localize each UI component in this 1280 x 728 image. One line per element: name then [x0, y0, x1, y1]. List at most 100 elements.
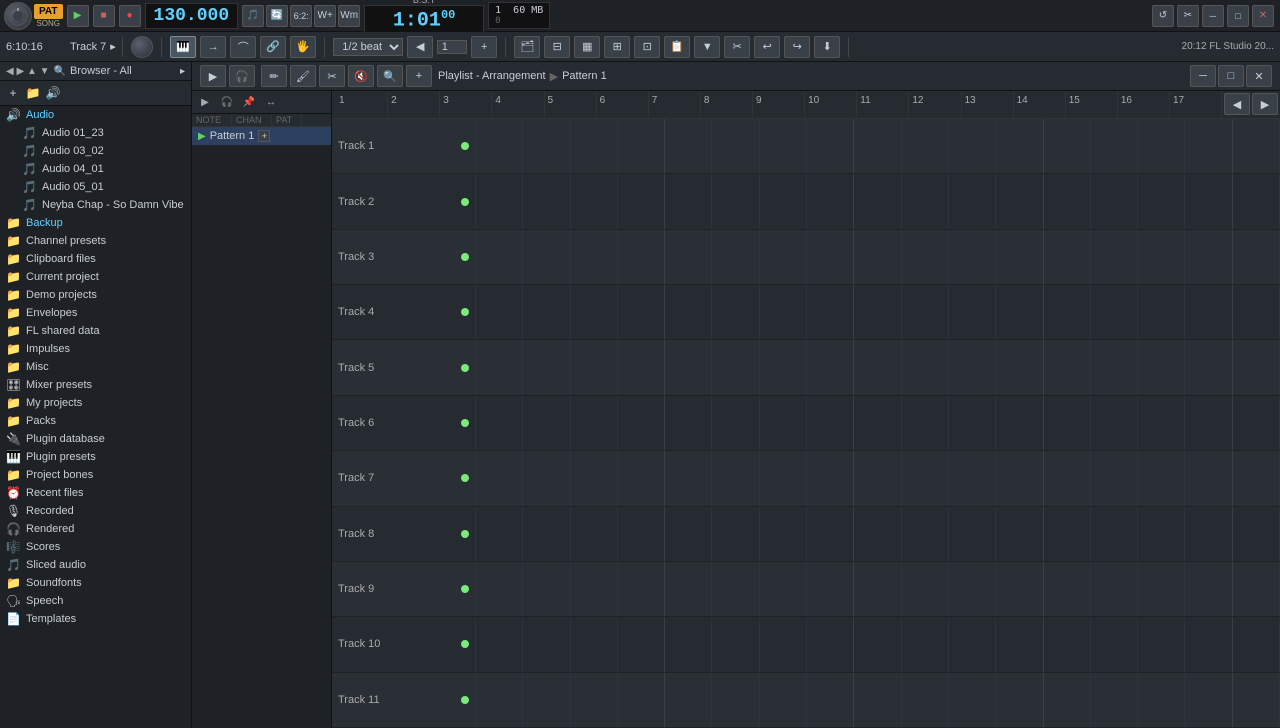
sidebar-item-recent-files[interactable]: ⏰Recent files: [0, 484, 191, 502]
sidebar-item-plugin-database[interactable]: 🔌Plugin database: [0, 430, 191, 448]
track-content-6[interactable]: [476, 396, 1280, 450]
paint-icon[interactable]: 🖌: [290, 65, 316, 87]
track-content-9[interactable]: [476, 562, 1280, 616]
track-content-7[interactable]: [476, 451, 1280, 505]
speaker-icon[interactable]: 🔊: [44, 84, 62, 102]
add-folder-icon[interactable]: +: [4, 84, 22, 102]
sidebar-item-templates[interactable]: 📄Templates: [0, 610, 191, 628]
zoom-icon[interactable]: 🔍: [377, 65, 403, 87]
undo-icon[interactable]: ↩: [754, 36, 780, 58]
pattern-expand-btn[interactable]: +: [258, 130, 270, 142]
sidebar-item-project-bones[interactable]: 📁Project bones: [0, 466, 191, 484]
track-content-10[interactable]: [476, 617, 1280, 671]
headphone-icon[interactable]: 🎧: [229, 65, 255, 87]
track-content-11[interactable]: [476, 673, 1280, 727]
sidebar-item-rendered[interactable]: 🎧Rendered: [0, 520, 191, 538]
fl-logo-dial[interactable]: [4, 2, 32, 30]
sidebar-item-impulses[interactable]: 📁Impulses: [0, 340, 191, 358]
sidebar-item-sliced-audio[interactable]: 🎵Sliced audio: [0, 556, 191, 574]
mix-btn[interactable]: Wm: [338, 5, 360, 27]
max-btn[interactable]: □: [1227, 5, 1249, 27]
piano-icon[interactable]: 🎹: [170, 36, 196, 58]
scroll-left-icon[interactable]: ◀: [1224, 93, 1250, 115]
plus-icon[interactable]: +: [406, 65, 432, 87]
marker-icon[interactable]: ⊡: [634, 36, 660, 58]
pattern-flip-icon[interactable]: ↔: [262, 93, 280, 111]
tracks-scroll[interactable]: Track 1Track 2Track 3Track 4Track 5Track…: [332, 119, 1280, 728]
track-content-3[interactable]: [476, 230, 1280, 284]
sidebar-item-audio-01_23[interactable]: 🎵Audio 01_23: [0, 124, 191, 142]
sidebar-item-audio-03_02[interactable]: 🎵Audio 03_02: [0, 142, 191, 160]
redo-icon[interactable]: ↪: [784, 36, 810, 58]
sidebar-item-fl-shared-data[interactable]: 📁FL shared data: [0, 322, 191, 340]
sidebar-item-envelopes[interactable]: 📁Envelopes: [0, 304, 191, 322]
sidebar-item-audio[interactable]: 🔊Audio: [0, 106, 191, 124]
cut-icon[interactable]: ✂: [724, 36, 750, 58]
pattern-item[interactable]: ▶ Pattern 1 +: [192, 127, 331, 145]
play-small-icon[interactable]: ▶: [200, 65, 226, 87]
min-btn[interactable]: ─: [1202, 5, 1224, 27]
sidebar-item-misc[interactable]: 📁Misc: [0, 358, 191, 376]
breadcrumb-playlist[interactable]: Playlist - Arrangement: [438, 70, 546, 82]
sidebar-item-neyba-chap---so-damn-vibe[interactable]: 🎵Neyba Chap - So Damn Vibe: [0, 196, 191, 214]
mute-icon[interactable]: 🔇: [348, 65, 374, 87]
erase-icon[interactable]: ✂: [319, 65, 345, 87]
scroll-right-icon[interactable]: ▶: [1252, 93, 1278, 115]
sidebar-item-backup[interactable]: 📁Backup: [0, 214, 191, 232]
split-icon[interactable]: ⊟: [544, 36, 570, 58]
search-icon-sm[interactable]: 🔍: [54, 66, 66, 77]
refresh-icon[interactable]: ↺: [1152, 5, 1174, 27]
close-icon[interactable]: ✕: [1252, 5, 1274, 27]
folder-icon[interactable]: 📁: [24, 84, 42, 102]
sidebar-item-mixer-presets[interactable]: 🎛Mixer presets: [0, 376, 191, 394]
download-icon[interactable]: ⬇: [814, 36, 840, 58]
draw-icon[interactable]: ✏: [261, 65, 287, 87]
sidebar-item-demo-projects[interactable]: 📁Demo projects: [0, 286, 191, 304]
pat-button[interactable]: PAT: [34, 4, 63, 19]
collapse-icon[interactable]: ─: [1190, 65, 1216, 87]
track-content-1[interactable]: [476, 119, 1280, 173]
arrow-right-icon[interactable]: →: [200, 36, 226, 58]
sidebar-item-speech[interactable]: 🗣Speech: [0, 592, 191, 610]
sidebar-item-audio-05_01[interactable]: 🎵Audio 05_01: [0, 178, 191, 196]
sidebar-item-recorded[interactable]: 🎙Recorded: [0, 502, 191, 520]
track-expand-icon[interactable]: ▸: [110, 40, 114, 53]
grid-icon[interactable]: ▦: [574, 36, 600, 58]
sidebar-item-scores[interactable]: 🎼Scores: [0, 538, 191, 556]
scissors-icon[interactable]: ✂: [1177, 5, 1199, 27]
metro-btn[interactable]: 🎵: [242, 5, 264, 27]
sidebar-item-my-projects[interactable]: 📁My projects: [0, 394, 191, 412]
close-playlist-icon[interactable]: ✕: [1246, 65, 1272, 87]
play-button[interactable]: ▶: [67, 5, 89, 27]
beat-select[interactable]: 1/4 beat1/2 beat1 beat2 beat: [333, 38, 403, 56]
track-content-5[interactable]: [476, 340, 1280, 394]
sidebar-item-soundfonts[interactable]: 📁Soundfonts: [0, 574, 191, 592]
clip-icon[interactable]: 📋: [664, 36, 690, 58]
expand-icon[interactable]: □: [1218, 65, 1244, 87]
pitch-dial[interactable]: [131, 36, 153, 58]
beat-number-input[interactable]: [437, 40, 467, 54]
view-icon[interactable]: 🗂: [514, 36, 540, 58]
filter-icon[interactable]: ▼: [694, 36, 720, 58]
prev-beat-btn[interactable]: ◀: [407, 36, 433, 58]
track-content-4[interactable]: [476, 285, 1280, 339]
track-content-2[interactable]: [476, 174, 1280, 228]
step-btn[interactable]: 6:2:: [290, 5, 312, 27]
sidebar-item-plugin-presets[interactable]: 🎹Plugin presets: [0, 448, 191, 466]
pattern-pin-icon[interactable]: 📌: [240, 93, 258, 111]
stop-button[interactable]: ■: [93, 5, 115, 27]
sidebar-item-audio-04_01[interactable]: 🎵Audio 04_01: [0, 160, 191, 178]
breadcrumb-pattern[interactable]: Pattern 1: [562, 70, 607, 82]
sidebar-item-clipboard-files[interactable]: 📁Clipboard files: [0, 250, 191, 268]
browser-expand-icon[interactable]: ▸: [180, 66, 185, 77]
track-content-8[interactable]: [476, 507, 1280, 561]
plus-beat-btn[interactable]: +: [471, 36, 497, 58]
plus-btn[interactable]: W+: [314, 5, 336, 27]
curve-icon[interactable]: ⌒: [230, 36, 256, 58]
stamp-icon[interactable]: 🖐: [290, 36, 316, 58]
sidebar-item-channel-presets[interactable]: 📁Channel presets: [0, 232, 191, 250]
loop-btn[interactable]: 🔄: [266, 5, 288, 27]
channel-icon[interactable]: ⊞: [604, 36, 630, 58]
sidebar-item-current-project[interactable]: 📁Current project: [0, 268, 191, 286]
pattern-play-icon[interactable]: ▶: [196, 93, 214, 111]
